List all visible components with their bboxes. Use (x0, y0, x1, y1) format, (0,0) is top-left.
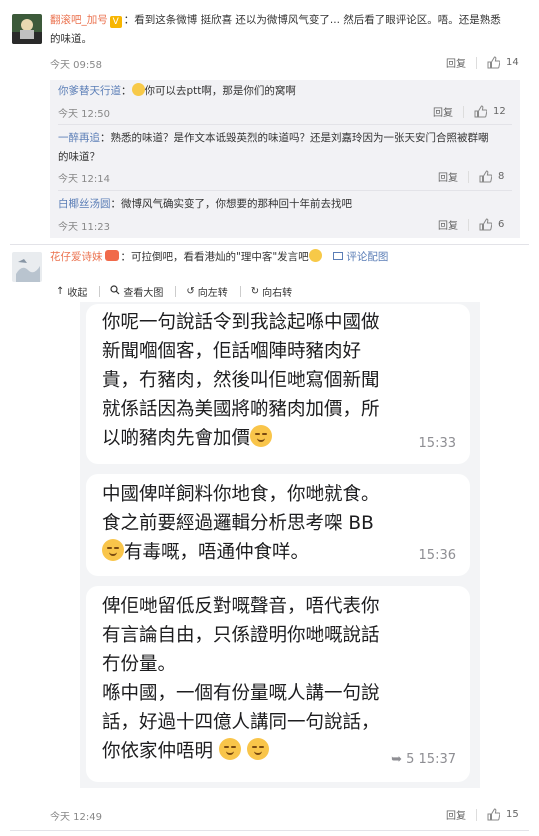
reply2-like-button[interactable]: 8 (479, 170, 504, 183)
bubble1-text: 你呢一句說話令到我諗起喺中國做 新聞嗰個客，佢話嗰陣時豬肉好 貴，冇豬肉，然後叫… (102, 312, 380, 449)
thumbs-up-icon (474, 105, 487, 118)
reply3-reply-button[interactable]: 回复 (438, 217, 468, 232)
relieved-face-emoji-icon (218, 738, 241, 760)
bubble2-time: 15:36 (418, 548, 456, 563)
comment-pic-link[interactable]: 评论配图 (346, 251, 388, 263)
rotate-left-button[interactable]: ↺ 向左转 (186, 284, 227, 299)
reply1-username[interactable]: 你爹替天行道 (58, 85, 121, 97)
chat-bubble-1: 你呢一句說話令到我諗起喺中國做 新聞嗰個客，佢話嗰陣時豬肉好 貴，冇豬肉，然後叫… (86, 304, 470, 464)
reply2-text: ：熟悉的味道？是作文本诋毁英烈的味道吗？还是刘嘉玲因为一张天安门合照被群嘲 (100, 132, 489, 144)
comment2-text: ：可拉倒吧，看看港灿的"理中客"发言吧 (120, 251, 309, 263)
comment-image[interactable]: 你呢一句說話令到我諗起喺中國做 新聞嗰個客，佢話嗰陣時豬肉好 貴，冇豬肉，然後叫… (80, 302, 480, 788)
cat-face-emoji-icon (131, 83, 145, 96)
comment1-like-count: 14 (506, 57, 519, 68)
comment2-actions: 回复 15 (446, 807, 519, 822)
comment1-actions: 回复 14 (446, 55, 519, 70)
reply2-time: 今天 12:14 (58, 174, 110, 185)
reply-item: 你爹替天行道： 你可以去ptt啊，那是你们的窝啊 (58, 83, 296, 97)
reply3-like-count: 6 (498, 219, 505, 230)
reply2-actions: 回复 8 (438, 169, 504, 184)
reply1-like-button[interactable]: 12 (474, 105, 506, 118)
reply-item: 一醉再追：熟悉的味道？是作文本诋毁英烈的味道吗？还是刘嘉玲因为一张天安门合照被群… (58, 129, 512, 167)
collapse-arrow-icon: ↑ (56, 285, 65, 297)
bubble2-text: 中國俾咩飼料你地食，你哋就食。 食之前要經過邏輯分析思考㗎 BB 有毒嘅，唔通仲… (102, 484, 380, 563)
replies-container: 你爹替天行道： 你可以去ptt啊，那是你们的窝啊 今天 12:50 回复 12 一… (50, 80, 520, 238)
chat-bubble-2: 中國俾咩飼料你地食，你哋就食。 食之前要經過邏輯分析思考㗎 BB 有毒嘅，唔通仲… (86, 474, 470, 576)
bubble1-time: 15:33 (418, 436, 456, 451)
view-large-button[interactable]: 查看大图 (110, 284, 163, 299)
badge-icon (104, 250, 119, 261)
divider (58, 190, 512, 191)
comment2-username[interactable]: 花仔爱诗妹 (50, 251, 103, 263)
comment1-text-cont: 的味道。 (50, 33, 92, 45)
reply3-text: ：微博风气确实变了，你想要的那种回十年前去找吧 (110, 198, 353, 210)
chat-bubble-3: 俾佢哋留低反對嘅聲音，唔代表你 有言論自由，只係證明你哋嘅說話 冇份量。 喺中國… (86, 586, 470, 782)
forward-arrow-icon: ➥ (391, 752, 402, 767)
image-icon (333, 252, 344, 260)
divider (10, 244, 529, 245)
reply2-text-cont: 的味道？ (58, 151, 100, 163)
reply3-actions: 回复 6 (438, 217, 504, 232)
collapse-button[interactable]: ↑ 收起 (56, 284, 87, 299)
comment1-body: 翻滚吧_加号 V ：看到这条微博 挺欣喜 还以为微博风气变了... 然后看了眼评论区… (50, 11, 520, 49)
relieved-face-emoji-icon (246, 738, 269, 760)
comment2-like-count: 15 (506, 809, 519, 820)
reply1-time: 今天 12:50 (58, 109, 110, 120)
reply1-actions: 回复 12 (433, 104, 506, 119)
reply3-username[interactable]: 白椰丝汤圆 (58, 198, 111, 210)
vip-badge-icon: V (109, 16, 122, 28)
comment2-like-button[interactable]: 15 (487, 808, 519, 821)
magnifier-icon (110, 284, 120, 298)
relieved-face-emoji-icon (102, 539, 124, 561)
reply2-reply-button[interactable]: 回复 (438, 169, 468, 184)
reply3-like-button[interactable]: 6 (479, 218, 504, 231)
comment1-like-button[interactable]: 14 (487, 56, 519, 69)
avatar-comment2[interactable] (12, 252, 42, 282)
thumbs-up-icon (487, 56, 500, 69)
thumbs-up-icon (479, 170, 492, 183)
bubble3-time: 15:37 (418, 752, 456, 767)
reply1-text: 你可以去ptt啊，那是你们的窝啊 (144, 85, 296, 97)
reply-item: 白椰丝汤圆：微博风气确实变了，你想要的那种回十年前去找吧 (58, 195, 512, 214)
laugh-cry-emoji-icon (250, 425, 273, 447)
reply2-username[interactable]: 一醉再追 (58, 132, 100, 144)
bubble3-footer: ➥ 5 15:37 (391, 745, 456, 774)
rotate-right-button[interactable]: ↻ 向右转 (251, 284, 292, 299)
comment2-reply-button[interactable]: 回复 (446, 807, 476, 822)
comment2-time: 今天 12:49 (50, 812, 102, 823)
comment1-username[interactable]: 翻滚吧_加号 (50, 14, 108, 26)
divider (10, 830, 529, 831)
avatar-comment1[interactable] (12, 14, 42, 44)
rotate-left-icon: ↺ (186, 285, 195, 297)
bubble3-forward-count: 5 (406, 752, 415, 767)
thumbs-up-icon (479, 218, 492, 231)
cat-face-emoji-icon (308, 249, 322, 262)
rotate-right-icon: ↻ (250, 285, 260, 297)
comment1-text: ：看到这条微博 挺欣喜 还以为微博风气变了... 然后看了眼评论区。唔。还是熟悉 (123, 14, 501, 26)
reply2-like-count: 8 (498, 171, 505, 182)
reply1-like-count: 12 (493, 106, 506, 117)
reply1-reply-button[interactable]: 回复 (433, 104, 463, 119)
reply3-time: 今天 11:23 (58, 222, 110, 233)
comment1-reply-button[interactable]: 回复 (446, 55, 476, 70)
image-toolbar: ↑ 收起 查看大图 ↺ 向左转 ↻ 向右转 (56, 281, 486, 301)
thumbs-up-icon (487, 808, 500, 821)
divider (58, 124, 512, 125)
bubble3-text: 俾佢哋留低反對嘅聲音，唔代表你 有言論自由，只係證明你哋嘅說話 冇份量。 喺中國… (102, 596, 380, 762)
comment1-time: 今天 09:58 (50, 60, 102, 71)
comment2-body: 花仔爱诗妹 ：可拉倒吧，看看港灿的"理中客"发言吧 评论配图 (50, 248, 520, 267)
